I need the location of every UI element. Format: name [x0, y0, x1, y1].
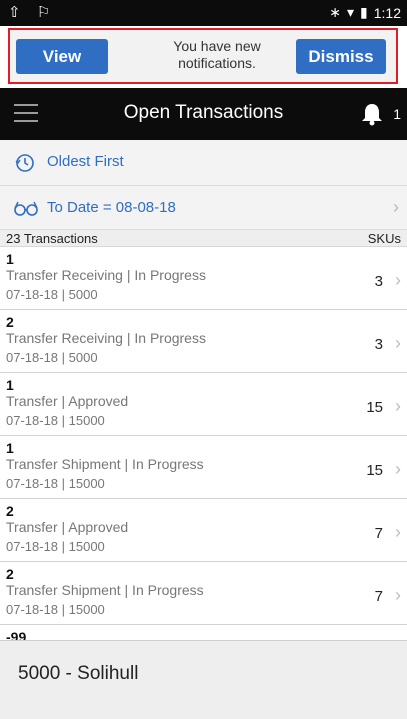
history-icon	[14, 152, 36, 178]
list-item[interactable]: 1 Transfer Receiving | In Progress 07-18…	[0, 247, 407, 310]
sort-label: Oldest First	[47, 153, 124, 170]
sku-count: 3	[374, 336, 383, 353]
status-left-icons: ⇧ ⚐	[8, 4, 57, 21]
chevron-right-icon: ›	[393, 197, 399, 217]
list-item[interactable]: 2 Transfer Shipment | In Progress 07-18-…	[0, 562, 407, 625]
bluetooth-icon: ∗	[329, 4, 341, 20]
view-button[interactable]: View	[16, 39, 108, 74]
transaction-type: Transfer Receiving | In Progress	[6, 267, 206, 283]
chevron-right-icon: ›	[395, 333, 401, 353]
transaction-type: Transfer | Approved	[6, 393, 129, 409]
transaction-id: 1	[6, 440, 14, 456]
chevron-right-icon: ›	[395, 585, 401, 605]
notification-count: 1	[393, 106, 401, 122]
list-header: 23 Transactions SKUs	[0, 230, 407, 247]
chevron-right-icon: ›	[395, 270, 401, 290]
transaction-id: 2	[6, 503, 14, 519]
clock: 1:12	[373, 4, 401, 21]
notification-message: You have new notifications.	[173, 38, 261, 71]
transaction-date: 07-18-18 | 15000	[6, 602, 105, 617]
glasses-icon	[14, 199, 38, 221]
transaction-id: 2	[6, 566, 14, 582]
transaction-date: 07-18-18 | 15000	[6, 413, 105, 428]
list-item[interactable]: 2 Transfer | Approved 07-18-18 | 15000 7…	[0, 499, 407, 562]
list-item[interactable]: 2 Transfer Receiving | In Progress 07-18…	[0, 310, 407, 373]
store-name: 5000 - Solihull	[18, 663, 139, 684]
transaction-date: 07-18-18 | 5000	[6, 287, 98, 302]
chevron-right-icon: ›	[395, 396, 401, 416]
transaction-type: Transfer Shipment | In Progress	[6, 582, 204, 598]
app-bar: Open Transactions 1	[0, 88, 407, 140]
transaction-count: 23 Transactions	[6, 231, 98, 246]
transaction-list[interactable]: 1 Transfer Receiving | In Progress 07-18…	[0, 247, 407, 640]
page-title: Open Transactions	[123, 102, 284, 123]
transaction-date: 07-18-18 | 5000	[6, 350, 98, 365]
status-right: ∗ ▾ ▮ 1:12	[329, 4, 401, 21]
transaction-type: Transfer Receiving | In Progress	[6, 330, 206, 346]
list-item[interactable]: -99 Pick Up Order 1 ›	[0, 625, 407, 640]
transaction-date: 07-18-18 | 15000	[6, 539, 105, 554]
transaction-id: 2	[6, 314, 14, 330]
transaction-id: 1	[6, 251, 14, 267]
list-item[interactable]: 1 Transfer Shipment | In Progress 07-18-…	[0, 436, 407, 499]
sku-count: 15	[366, 399, 383, 416]
sku-count: 7	[374, 588, 383, 605]
bell-icon[interactable]	[361, 102, 383, 126]
transaction-id: -99	[6, 629, 27, 640]
wifi-icon: ▾	[347, 4, 355, 20]
skus-column-header: SKUs	[367, 231, 401, 246]
transaction-type: Transfer Shipment | In Progress	[6, 456, 204, 472]
transaction-date: 07-18-18 | 15000	[6, 476, 105, 491]
chevron-right-icon: ›	[395, 522, 401, 542]
date-filter-label: To Date = 08-08-18	[47, 199, 176, 216]
sku-count: 15	[366, 462, 383, 479]
list-item[interactable]: 1 Transfer | Approved 07-18-18 | 15000 1…	[0, 373, 407, 436]
status-bar: ⇧ ⚐ ∗ ▾ ▮ 1:12	[0, 0, 407, 26]
battery-icon: ▮	[360, 4, 368, 20]
sku-count: 7	[374, 525, 383, 542]
transaction-type: Transfer | Approved	[6, 519, 129, 535]
store-footer[interactable]: 5000 - Solihull	[0, 640, 407, 719]
chevron-right-icon: ›	[395, 459, 401, 479]
sort-selector[interactable]: Oldest First	[0, 140, 407, 186]
transaction-id: 1	[6, 377, 14, 393]
dismiss-button[interactable]: Dismiss	[296, 39, 386, 74]
date-filter[interactable]: To Date = 08-08-18 ›	[0, 186, 407, 230]
sku-count: 3	[374, 273, 383, 290]
notification-banner: View You have new notifications. Dismiss	[8, 28, 398, 84]
